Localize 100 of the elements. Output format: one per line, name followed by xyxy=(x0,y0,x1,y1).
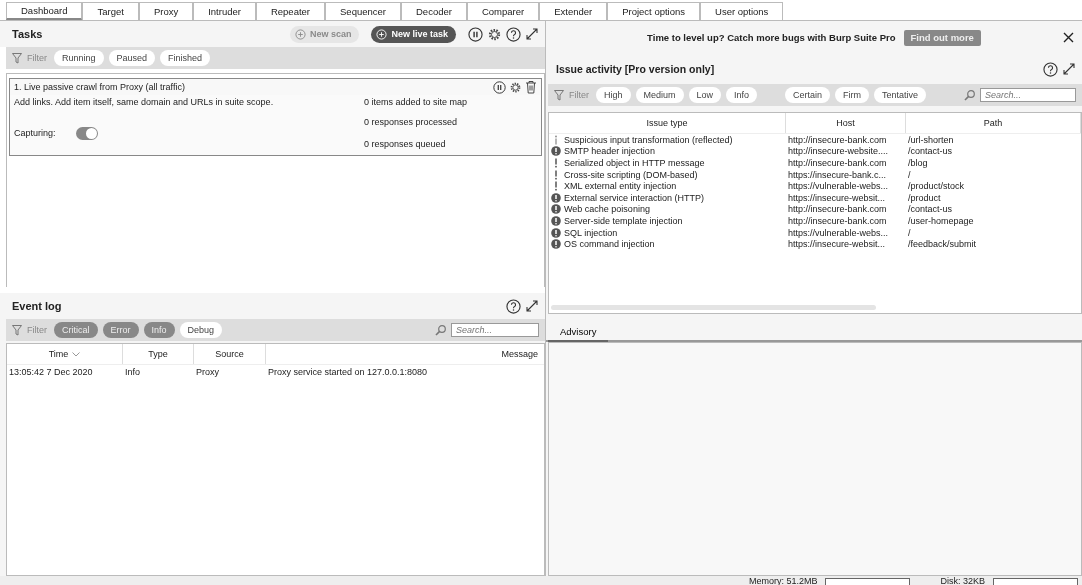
table-cell-text: /url-shorten xyxy=(907,134,955,145)
table-cell-text: /blog xyxy=(907,158,929,168)
main-tab[interactable]: Decoder xyxy=(401,2,467,20)
column-header[interactable]: Time xyxy=(7,344,123,364)
filter-pill[interactable]: Tentative xyxy=(874,87,927,103)
table-cell-text: /contact-us xyxy=(907,204,954,215)
table-cell-text: /user-homepage xyxy=(907,215,975,226)
disk-label: Disk: 32KB xyxy=(940,576,985,585)
filter-icon xyxy=(554,89,564,101)
table-cell-text: https://insecure-websit... xyxy=(787,239,887,250)
filter-icon xyxy=(12,324,22,336)
table-cell: Suspicious input transformation (reflected) xyxy=(564,134,733,145)
table-cell-text: https://vulnerable-webs... xyxy=(787,181,890,192)
capturing-label: Capturing: xyxy=(14,128,56,138)
filter-label: Filter xyxy=(27,325,47,335)
main-tab[interactable]: Proxy xyxy=(138,2,194,20)
help-icon[interactable] xyxy=(1043,61,1058,77)
filter-pill[interactable]: Finished xyxy=(160,50,211,66)
expand-icon[interactable] xyxy=(1062,62,1076,76)
filter-icon xyxy=(12,52,22,64)
table-cell: SQL injection xyxy=(564,227,618,238)
panel-title: Tasks xyxy=(12,28,44,40)
scrollbar[interactable] xyxy=(551,305,876,310)
filter-label: Filter xyxy=(569,90,589,100)
filter-pill[interactable]: Medium xyxy=(635,87,684,103)
main-tab[interactable]: Project options xyxy=(607,2,701,20)
column-header[interactable]: Source xyxy=(194,344,266,364)
table-cell-text: Info xyxy=(124,367,141,377)
pause-icon[interactable] xyxy=(468,26,483,42)
filter-pill[interactable]: Low xyxy=(688,87,722,103)
main-tab[interactable]: Extender xyxy=(539,2,608,20)
table-cell-text: http://insecure-bank.com xyxy=(787,158,888,168)
task-title: 1. Live passive crawl from Proxy (all traffic) xyxy=(14,82,186,92)
filter-pill[interactable]: Running xyxy=(54,50,104,66)
column-header[interactable]: Issue type xyxy=(549,113,786,133)
main-tab[interactable]: User options xyxy=(700,2,784,20)
task-button[interactable]: New live task xyxy=(371,25,456,43)
panel-title: Issue activity [Pro version only] xyxy=(556,63,716,75)
help-icon[interactable] xyxy=(506,26,521,42)
table-cell-text: /feedback/submit xyxy=(907,239,978,250)
filter-pill[interactable]: Info xyxy=(726,87,758,103)
search-field[interactable]: Search... xyxy=(980,88,1076,102)
main-tab[interactable]: Target xyxy=(82,2,139,20)
filter-pill[interactable]: Certain xyxy=(785,87,831,103)
table-cell-text: /contact-us xyxy=(907,146,954,157)
table-cell-text: http://insecure-bank.com xyxy=(787,215,888,226)
filter-label: Filter xyxy=(27,53,47,63)
search-icon xyxy=(964,89,975,101)
column-header[interactable]: Message xyxy=(266,344,544,364)
table-cell: Server-side template injection xyxy=(564,215,683,226)
table-cell: XML external entity injection xyxy=(564,181,677,192)
table-cell-text: http://insecure-website.... xyxy=(787,146,890,157)
table-cell: Serialized object in HTTP message xyxy=(564,158,705,168)
table-cell: SMTP header injection xyxy=(564,146,655,157)
table-cell: External service interaction (HTTP) xyxy=(564,192,705,203)
expand-icon[interactable] xyxy=(525,27,539,41)
main-tab[interactable]: Repeater xyxy=(255,2,326,20)
main-tab[interactable]: Comparer xyxy=(466,2,540,20)
main-tab[interactable]: Sequencer xyxy=(325,2,401,20)
capturing-toggle[interactable] xyxy=(75,126,98,140)
help-icon[interactable] xyxy=(506,298,521,314)
task-description: Add links. Add item itself, same domain and URLs in suite scope. xyxy=(14,97,275,107)
main-tab[interactable]: Intruder xyxy=(193,2,256,20)
task-stat: 0 responses processed xyxy=(364,117,459,127)
table-cell-text: http://insecure-bank.com xyxy=(787,204,888,215)
column-header[interactable]: Type xyxy=(123,344,194,364)
trash-icon[interactable] xyxy=(525,80,537,94)
plus-icon xyxy=(376,28,388,40)
table-cell-text: / xyxy=(907,227,912,238)
pause-icon[interactable] xyxy=(493,80,506,94)
filter-pill[interactable]: High xyxy=(596,87,631,103)
table-cell: OS command injection xyxy=(564,239,655,250)
panel-title: Event log xyxy=(12,300,63,312)
table-cell: Web cache poisoning xyxy=(564,204,650,215)
settings-icon[interactable] xyxy=(509,80,522,94)
task-stat: 0 items added to site map xyxy=(364,97,469,107)
table-cell-text: http://insecure-bank.com xyxy=(787,134,888,145)
close-icon[interactable] xyxy=(1063,32,1074,43)
table-cell-text: Proxy xyxy=(195,367,220,377)
table-cell-text: https://vulnerable-webs... xyxy=(787,227,890,238)
task-stat: 0 responses queued xyxy=(364,139,447,149)
plus-icon xyxy=(294,28,306,40)
table-cell-text: https://insecure-websit... xyxy=(787,192,887,203)
filter-pill[interactable]: Firm xyxy=(835,87,870,103)
expand-icon[interactable] xyxy=(525,299,539,313)
memory-label: Memory: 51.2MB xyxy=(748,576,818,585)
main-tab[interactable]: Dashboard xyxy=(6,2,83,20)
settings-icon[interactable] xyxy=(487,26,502,42)
search-icon xyxy=(435,324,446,336)
table-cell-text: /product/stock xyxy=(907,181,966,192)
column-header[interactable]: Path xyxy=(906,113,1081,133)
table-cell-text: 13:05:42 7 Dec 2020 xyxy=(8,367,94,377)
table-cell-text: Proxy service started on 127.0.0.1:8080 xyxy=(267,367,429,377)
table-cell-text: /product xyxy=(907,192,942,203)
table-cell-text: / xyxy=(907,169,912,180)
filter-pill[interactable]: Paused xyxy=(108,50,156,66)
sort-icon[interactable] xyxy=(72,351,81,357)
search-field[interactable]: Search... xyxy=(451,323,539,337)
column-header[interactable]: Host xyxy=(786,113,906,133)
filter-pill[interactable]: Debug xyxy=(179,322,223,338)
